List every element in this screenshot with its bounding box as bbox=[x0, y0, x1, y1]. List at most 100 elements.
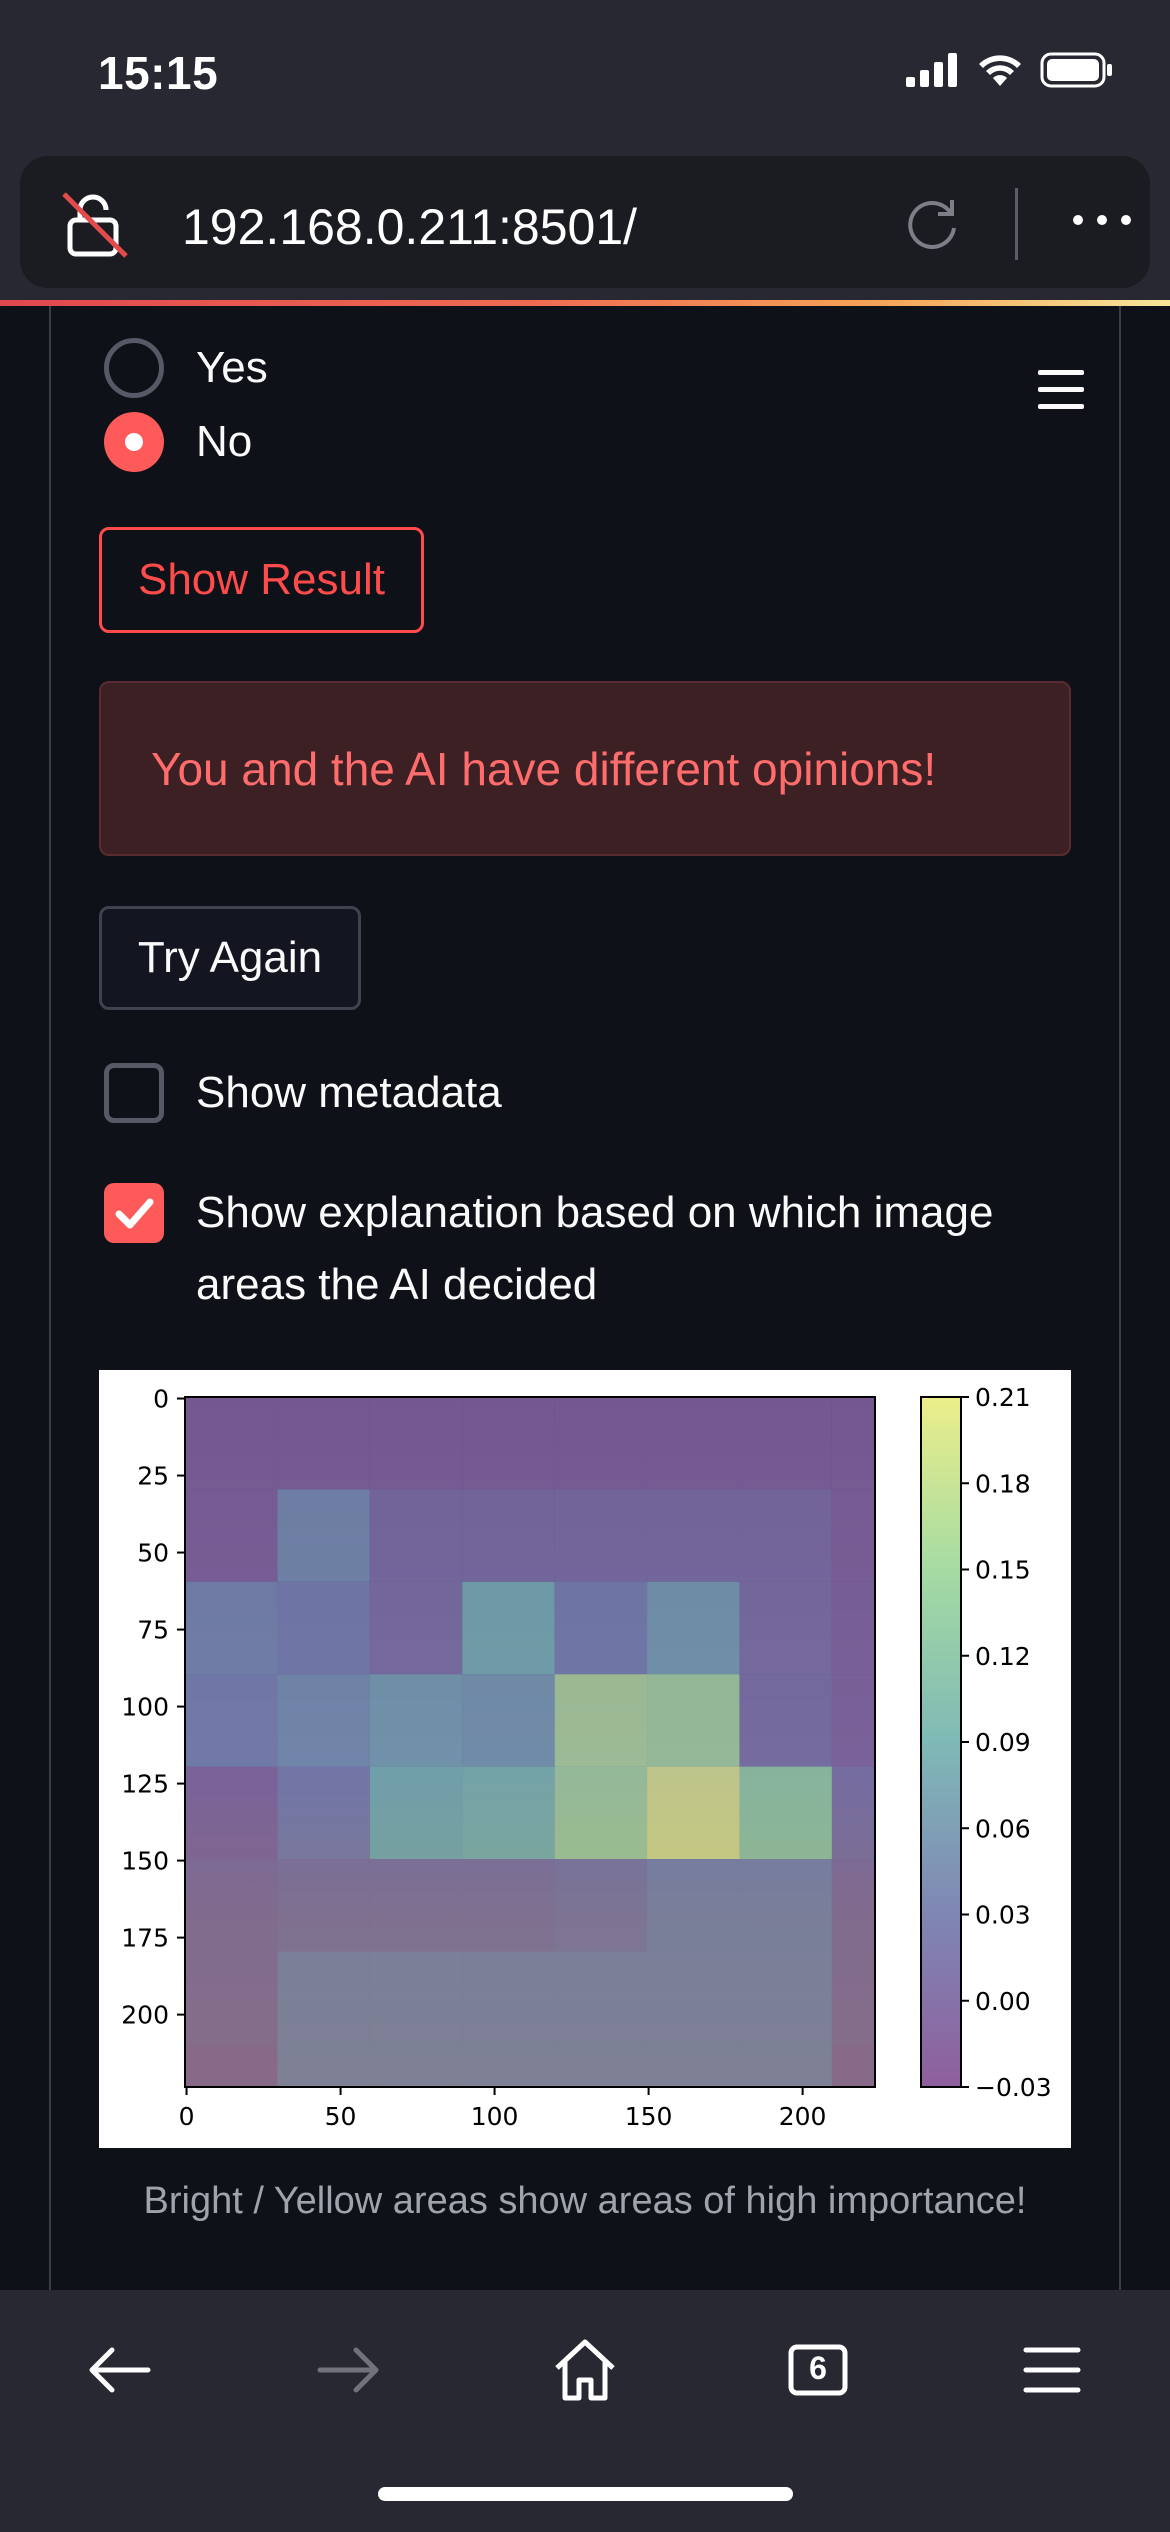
colorbar-tick-label: 0.21 bbox=[975, 1383, 1031, 1412]
heatmap-cell bbox=[277, 1397, 370, 1490]
heatmap-cell bbox=[277, 1951, 370, 2044]
heatmap-cell bbox=[647, 1397, 740, 1490]
heatmap-cell bbox=[554, 2043, 648, 2087]
x-tick-label: 150 bbox=[625, 2102, 673, 2131]
heatmap-cell bbox=[462, 1397, 555, 1490]
heatmap-cell bbox=[462, 1674, 555, 1767]
radio-option-yes[interactable]: Yes bbox=[104, 338, 268, 398]
y-tick-label: 200 bbox=[121, 2001, 169, 2030]
heatmap-cell bbox=[739, 1951, 832, 2044]
show-result-button[interactable]: Show Result bbox=[99, 527, 424, 633]
heatmap-cell bbox=[554, 1766, 648, 1860]
heatmap-cell bbox=[185, 1489, 278, 1582]
heatmap-cell bbox=[369, 1951, 463, 2044]
heatmap-cell bbox=[185, 1581, 278, 1675]
more-icon[interactable] bbox=[1070, 210, 1134, 230]
heatmap-cell bbox=[277, 1859, 370, 1952]
heatmap-cell bbox=[739, 2043, 832, 2087]
app-menu-icon[interactable] bbox=[1038, 370, 1084, 410]
heatmap-cell bbox=[554, 1397, 648, 1490]
heatmap-cell bbox=[277, 1674, 370, 1767]
heatmap-cell bbox=[369, 1766, 463, 1860]
heatmap-cell bbox=[831, 2043, 875, 2087]
checkbox-show-explanation[interactable]: Show explanation based on which image ar… bbox=[104, 1177, 1044, 1321]
insecure-lock-icon[interactable] bbox=[58, 188, 132, 262]
heatmap-cell bbox=[185, 1859, 278, 1952]
heatmap-cell bbox=[831, 1951, 875, 2044]
heatmap-cell bbox=[277, 2043, 370, 2087]
heatmap-cell bbox=[369, 2043, 463, 2087]
y-tick-label: 175 bbox=[121, 1924, 169, 1953]
heatmap-cell bbox=[647, 1581, 740, 1675]
address-bar[interactable]: 192.168.0.211:8501/ bbox=[20, 156, 1150, 288]
colorbar-tick-label: 0.09 bbox=[975, 1728, 1031, 1757]
colorbar bbox=[920, 1396, 962, 2088]
heatmap-cell bbox=[554, 1489, 648, 1582]
heatmap-cell bbox=[739, 1581, 832, 1675]
heatmap-cell bbox=[831, 1489, 875, 1582]
checkbox-show-metadata-label: Show metadata bbox=[196, 1068, 502, 1117]
heatmap-cell bbox=[369, 1674, 463, 1767]
heatmap-cell bbox=[739, 1859, 832, 1952]
checkbox-show-explanation-label: Show explanation based on which image ar… bbox=[196, 1188, 994, 1309]
heatmap-cell bbox=[739, 1489, 832, 1582]
colorbar-tick-label: 0.06 bbox=[975, 1814, 1031, 1843]
x-tick-label: 0 bbox=[179, 2102, 195, 2131]
heatmap-cell bbox=[369, 1397, 463, 1490]
y-tick-label: 75 bbox=[137, 1616, 169, 1645]
home-icon[interactable] bbox=[545, 2330, 625, 2410]
menu-icon[interactable] bbox=[1012, 2330, 1092, 2410]
status-bar: 15:15 bbox=[0, 0, 1170, 150]
explanation-figure: 0 50 100 150 200 0 25 50 75 100 125 150 175 200 0.21… bbox=[99, 1370, 1071, 2148]
y-tick-label: 25 bbox=[137, 1462, 169, 1491]
colorbar-tick-label: 0.18 bbox=[975, 1469, 1031, 1498]
heatmap-cell bbox=[647, 1951, 740, 2044]
y-tick-label: 125 bbox=[121, 1770, 169, 1799]
heatmap-cell bbox=[462, 1951, 555, 2044]
heatmap-cell bbox=[831, 1397, 875, 1490]
heatmap-cell bbox=[462, 1581, 555, 1675]
tab-count: 6 bbox=[809, 2350, 827, 2386]
heatmap-cell bbox=[185, 1766, 278, 1860]
radio-button-yes[interactable] bbox=[104, 338, 164, 398]
battery-icon bbox=[1040, 52, 1112, 88]
checkmark-icon bbox=[115, 1198, 154, 1229]
colorbar-tick-label: 0.12 bbox=[975, 1642, 1031, 1671]
y-tick-label: 100 bbox=[121, 1693, 169, 1722]
heatmap-cell bbox=[647, 1766, 740, 1860]
home-indicator[interactable] bbox=[378, 2487, 793, 2501]
heatmap-cell bbox=[739, 1674, 832, 1767]
reload-icon[interactable] bbox=[900, 192, 964, 256]
checkbox-show-metadata-box[interactable] bbox=[104, 1063, 164, 1123]
heatmap-cell bbox=[462, 1859, 555, 1952]
colorbar-tick-label: −0.03 bbox=[975, 2073, 1052, 2102]
heatmap-cell bbox=[185, 1951, 278, 2044]
forward-arrow-icon[interactable] bbox=[310, 2330, 390, 2410]
heatmap-caption: Bright / Yellow areas show areas of high… bbox=[143, 2180, 1027, 2222]
radio-label-no: No bbox=[196, 417, 253, 466]
heatmap-chart: 0 50 100 150 200 0 25 50 75 100 125 150 175 200 0.21… bbox=[121, 1383, 1052, 2131]
checkbox-show-explanation-box[interactable] bbox=[104, 1183, 164, 1243]
toolbar-divider bbox=[1015, 188, 1018, 260]
radio-option-no[interactable]: No bbox=[104, 412, 252, 472]
heatmap-cell bbox=[831, 1859, 875, 1952]
heatmap-cell bbox=[462, 1766, 555, 1860]
colorbar-tick-label: 0.00 bbox=[975, 1987, 1031, 2016]
radio-label-yes: Yes bbox=[196, 343, 268, 392]
tabs-button[interactable]: 6 bbox=[778, 2330, 858, 2410]
signal-icon bbox=[906, 53, 957, 87]
radio-button-no[interactable] bbox=[104, 412, 164, 472]
heatmap-cell bbox=[277, 1581, 370, 1675]
colorbar-tick-label: 0.03 bbox=[975, 1901, 1031, 1930]
back-arrow-icon[interactable] bbox=[78, 2330, 158, 2410]
heatmap-cell bbox=[185, 1674, 278, 1767]
heatmap-cell bbox=[462, 2043, 555, 2087]
heatmap-cell bbox=[831, 1674, 875, 1767]
try-again-button[interactable]: Try Again bbox=[99, 906, 361, 1010]
heatmap-cell bbox=[554, 1674, 648, 1767]
url-text[interactable]: 192.168.0.211:8501/ bbox=[182, 198, 637, 256]
heatmap-cell bbox=[369, 1859, 463, 1952]
wifi-icon bbox=[979, 55, 1021, 86]
checkbox-show-metadata[interactable]: Show metadata bbox=[104, 1057, 502, 1129]
y-tick-label: 50 bbox=[137, 1539, 169, 1568]
